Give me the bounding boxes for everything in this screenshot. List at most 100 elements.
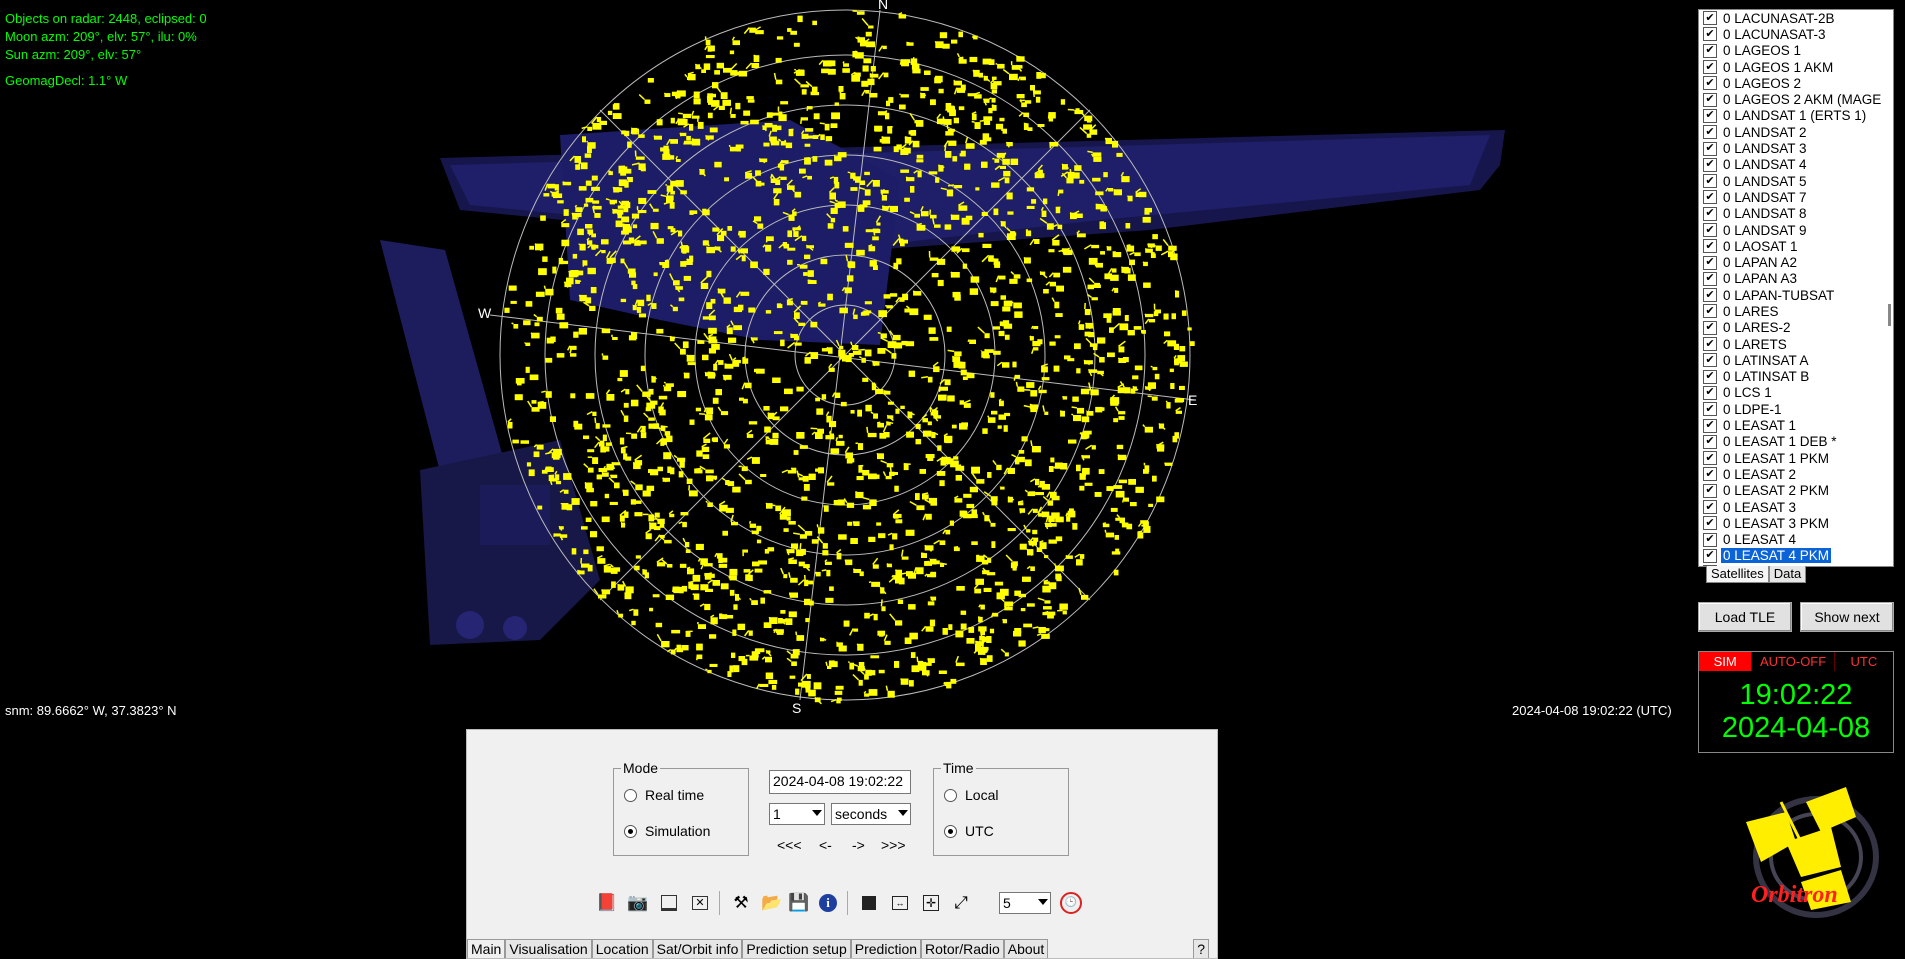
tools-icon[interactable]: ⚒ xyxy=(729,891,753,915)
satellite-checkbox[interactable]: ✔ xyxy=(1703,93,1717,107)
satellite-checkbox[interactable]: ✔ xyxy=(1703,125,1717,139)
sim-indicator[interactable]: SIM xyxy=(1699,652,1752,671)
step-forward-button[interactable]: -> xyxy=(852,837,865,853)
satellite-list-item[interactable]: ✔0 LCS 1 xyxy=(1699,385,1893,401)
satellite-checkbox[interactable]: ✔ xyxy=(1703,190,1717,204)
minimize-icon[interactable] xyxy=(657,891,681,915)
satellite-list-item[interactable]: ✔0 LEASAT 2 xyxy=(1699,466,1893,482)
satellite-list-item[interactable]: ✔0 LANDSAT 5 xyxy=(1699,173,1893,189)
satellite-checkbox[interactable]: ✔ xyxy=(1703,435,1717,449)
satellite-checkbox[interactable]: ✔ xyxy=(1703,174,1717,188)
satellite-checkbox[interactable]: ✔ xyxy=(1703,484,1717,498)
satellite-checkbox[interactable]: ✔ xyxy=(1703,239,1717,253)
satellite-checkbox[interactable]: ✔ xyxy=(1703,304,1717,318)
satellite-list-item[interactable]: ✔0 LANDSAT 1 (ERTS 1) xyxy=(1699,108,1893,124)
satellite-checkbox[interactable]: ✔ xyxy=(1703,402,1717,416)
satellite-checkbox[interactable]: ✔ xyxy=(1703,11,1717,25)
satellite-checkbox[interactable]: ✔ xyxy=(1703,60,1717,74)
radio-utc[interactable]: UTC xyxy=(944,823,994,839)
tab-satellites[interactable]: Satellites xyxy=(1706,566,1769,583)
satellite-list-item[interactable]: ✔0 LANDSAT 2 xyxy=(1699,124,1893,140)
satellite-checkbox[interactable]: ✔ xyxy=(1703,44,1717,58)
satellite-checkbox[interactable]: ✔ xyxy=(1703,370,1717,384)
satellite-checkbox[interactable]: ✔ xyxy=(1703,256,1717,270)
satellite-list-item[interactable]: ✔0 LACUNASAT-2B xyxy=(1699,10,1893,26)
tab-prediction-setup[interactable]: Prediction setup xyxy=(742,939,850,958)
satellite-list-item[interactable]: ✔0 LEASAT 3 PKM xyxy=(1699,515,1893,531)
load-tle-button[interactable]: Load TLE xyxy=(1698,602,1792,632)
satellite-list-item[interactable]: ✔0 LEASAT 4 xyxy=(1699,532,1893,548)
radar-view[interactable]: N S E W xyxy=(0,0,1690,730)
satellite-list-item[interactable]: ✔0 LEASAT 1 DEB * xyxy=(1699,434,1893,450)
satellite-list-item[interactable]: ✔0 LEASAT 4 PKM xyxy=(1699,548,1893,564)
count-dropdown[interactable]: 5 xyxy=(999,892,1051,914)
satellite-list-item[interactable]: ✔0 LAGEOS 2 AKM (MAGE xyxy=(1699,91,1893,107)
satellite-list-item[interactable]: ✔0 LATINSAT B xyxy=(1699,369,1893,385)
satellite-checkbox[interactable]: ✔ xyxy=(1703,533,1717,547)
satellite-list-item[interactable]: ✔0 LANDSAT 3 xyxy=(1699,140,1893,156)
save-icon[interactable]: 💾 xyxy=(787,891,811,915)
satellite-checkbox[interactable]: ✔ xyxy=(1703,386,1717,400)
fullscreen-icon[interactable]: ⤢ xyxy=(949,891,973,915)
satellite-list-item[interactable]: ✔0 LARES-2 xyxy=(1699,320,1893,336)
satellite-checkbox[interactable]: ✔ xyxy=(1703,419,1717,433)
book-icon[interactable]: 📕 xyxy=(595,891,619,915)
satellite-checkbox[interactable]: ✔ xyxy=(1703,207,1717,221)
clock-icon[interactable]: 🕒 xyxy=(1059,891,1083,915)
satellite-list-item[interactable]: ✔0 LAPAN A3 xyxy=(1699,271,1893,287)
tab-sat-orbit-info[interactable]: Sat/Orbit info xyxy=(653,939,743,958)
satellite-list-item[interactable]: ✔0 LANDSAT 7 xyxy=(1699,189,1893,205)
tab-visualisation[interactable]: Visualisation xyxy=(505,939,591,958)
satellite-list-item[interactable]: ✔0 LARETS xyxy=(1699,336,1893,352)
satellite-list-item[interactable]: ✔0 LACUNASAT-3 xyxy=(1699,26,1893,42)
tab-about[interactable]: About xyxy=(1004,939,1049,958)
satellite-checkbox[interactable]: ✔ xyxy=(1703,353,1717,367)
satellite-list-item[interactable]: ✔0 LDPE-1 xyxy=(1699,401,1893,417)
satellite-checkbox[interactable]: ✔ xyxy=(1703,288,1717,302)
fit-width-icon[interactable]: ↔ xyxy=(888,891,912,915)
utc-indicator[interactable]: UTC xyxy=(1835,652,1893,671)
satellite-checkbox[interactable]: ✔ xyxy=(1703,272,1717,286)
satellite-checkbox[interactable]: ✔ xyxy=(1703,321,1717,335)
satellite-checkbox[interactable]: ✔ xyxy=(1703,109,1717,123)
satellite-checkbox[interactable]: ✔ xyxy=(1703,500,1717,514)
satellite-checkbox[interactable]: ✔ xyxy=(1703,142,1717,156)
step-forward-fast-button[interactable]: >>> xyxy=(881,837,906,853)
satellite-list-item[interactable]: ✔0 LANDSAT 4 xyxy=(1699,157,1893,173)
satellite-list-item[interactable]: ✔0 LAGEOS 1 AKM xyxy=(1699,59,1893,75)
tab-main[interactable]: Main xyxy=(467,939,505,958)
satellite-checkbox[interactable]: ✔ xyxy=(1703,451,1717,465)
satellite-list-item[interactable]: ✔0 LANDSAT 8 xyxy=(1699,206,1893,222)
help-button[interactable]: ? xyxy=(1193,939,1209,958)
show-next-button[interactable]: Show next xyxy=(1800,602,1894,632)
crosshair-icon[interactable]: ✛ xyxy=(919,891,943,915)
satellite-list-item[interactable]: ✔0 LAPAN A2 xyxy=(1699,254,1893,270)
satellite-list-item[interactable]: ✔0 LATINSAT A xyxy=(1699,352,1893,368)
satellite-checkbox[interactable]: ✔ xyxy=(1703,337,1717,351)
camera-icon[interactable]: 📷 xyxy=(626,891,650,915)
auto-off-indicator[interactable]: AUTO-OFF xyxy=(1752,652,1834,671)
satellite-list-item[interactable]: ✔0 LEASAT 1 PKM xyxy=(1699,450,1893,466)
info-icon[interactable]: i xyxy=(816,891,840,915)
radio-local[interactable]: Local xyxy=(944,787,998,803)
tab-prediction[interactable]: Prediction xyxy=(851,939,921,958)
satellite-list-item[interactable]: ✔0 LAGEOS 2 xyxy=(1699,75,1893,91)
satellite-list-item[interactable]: ✔0 LEASAT 1 xyxy=(1699,417,1893,433)
step-value-dropdown[interactable]: 1 xyxy=(769,803,825,825)
satellite-checkbox[interactable]: ✔ xyxy=(1703,158,1717,172)
satellite-list-item[interactable]: ✔0 LARES xyxy=(1699,303,1893,319)
satellite-checkbox[interactable]: ✔ xyxy=(1703,76,1717,90)
satellite-checkbox[interactable]: ✔ xyxy=(1703,467,1717,481)
satellite-list-item[interactable]: ✔0 LEASAT 3 xyxy=(1699,499,1893,515)
satellite-list-item[interactable]: ✔0 LANDSAT 9 xyxy=(1699,222,1893,238)
satellite-checkbox[interactable]: ✔ xyxy=(1703,516,1717,530)
tab-data[interactable]: Data xyxy=(1769,566,1806,583)
radio-realtime[interactable]: Real time xyxy=(624,787,704,803)
step-back-button[interactable]: <- xyxy=(819,837,832,853)
satellite-checkbox[interactable]: ✔ xyxy=(1703,549,1717,563)
satellite-checkbox[interactable]: ✔ xyxy=(1703,27,1717,41)
tab-rotor-radio[interactable]: Rotor/Radio xyxy=(921,939,1004,958)
open-folder-icon[interactable]: 📂 xyxy=(760,891,784,915)
step-back-fast-button[interactable]: <<< xyxy=(777,837,802,853)
list-scrollbar[interactable] xyxy=(1888,304,1891,326)
